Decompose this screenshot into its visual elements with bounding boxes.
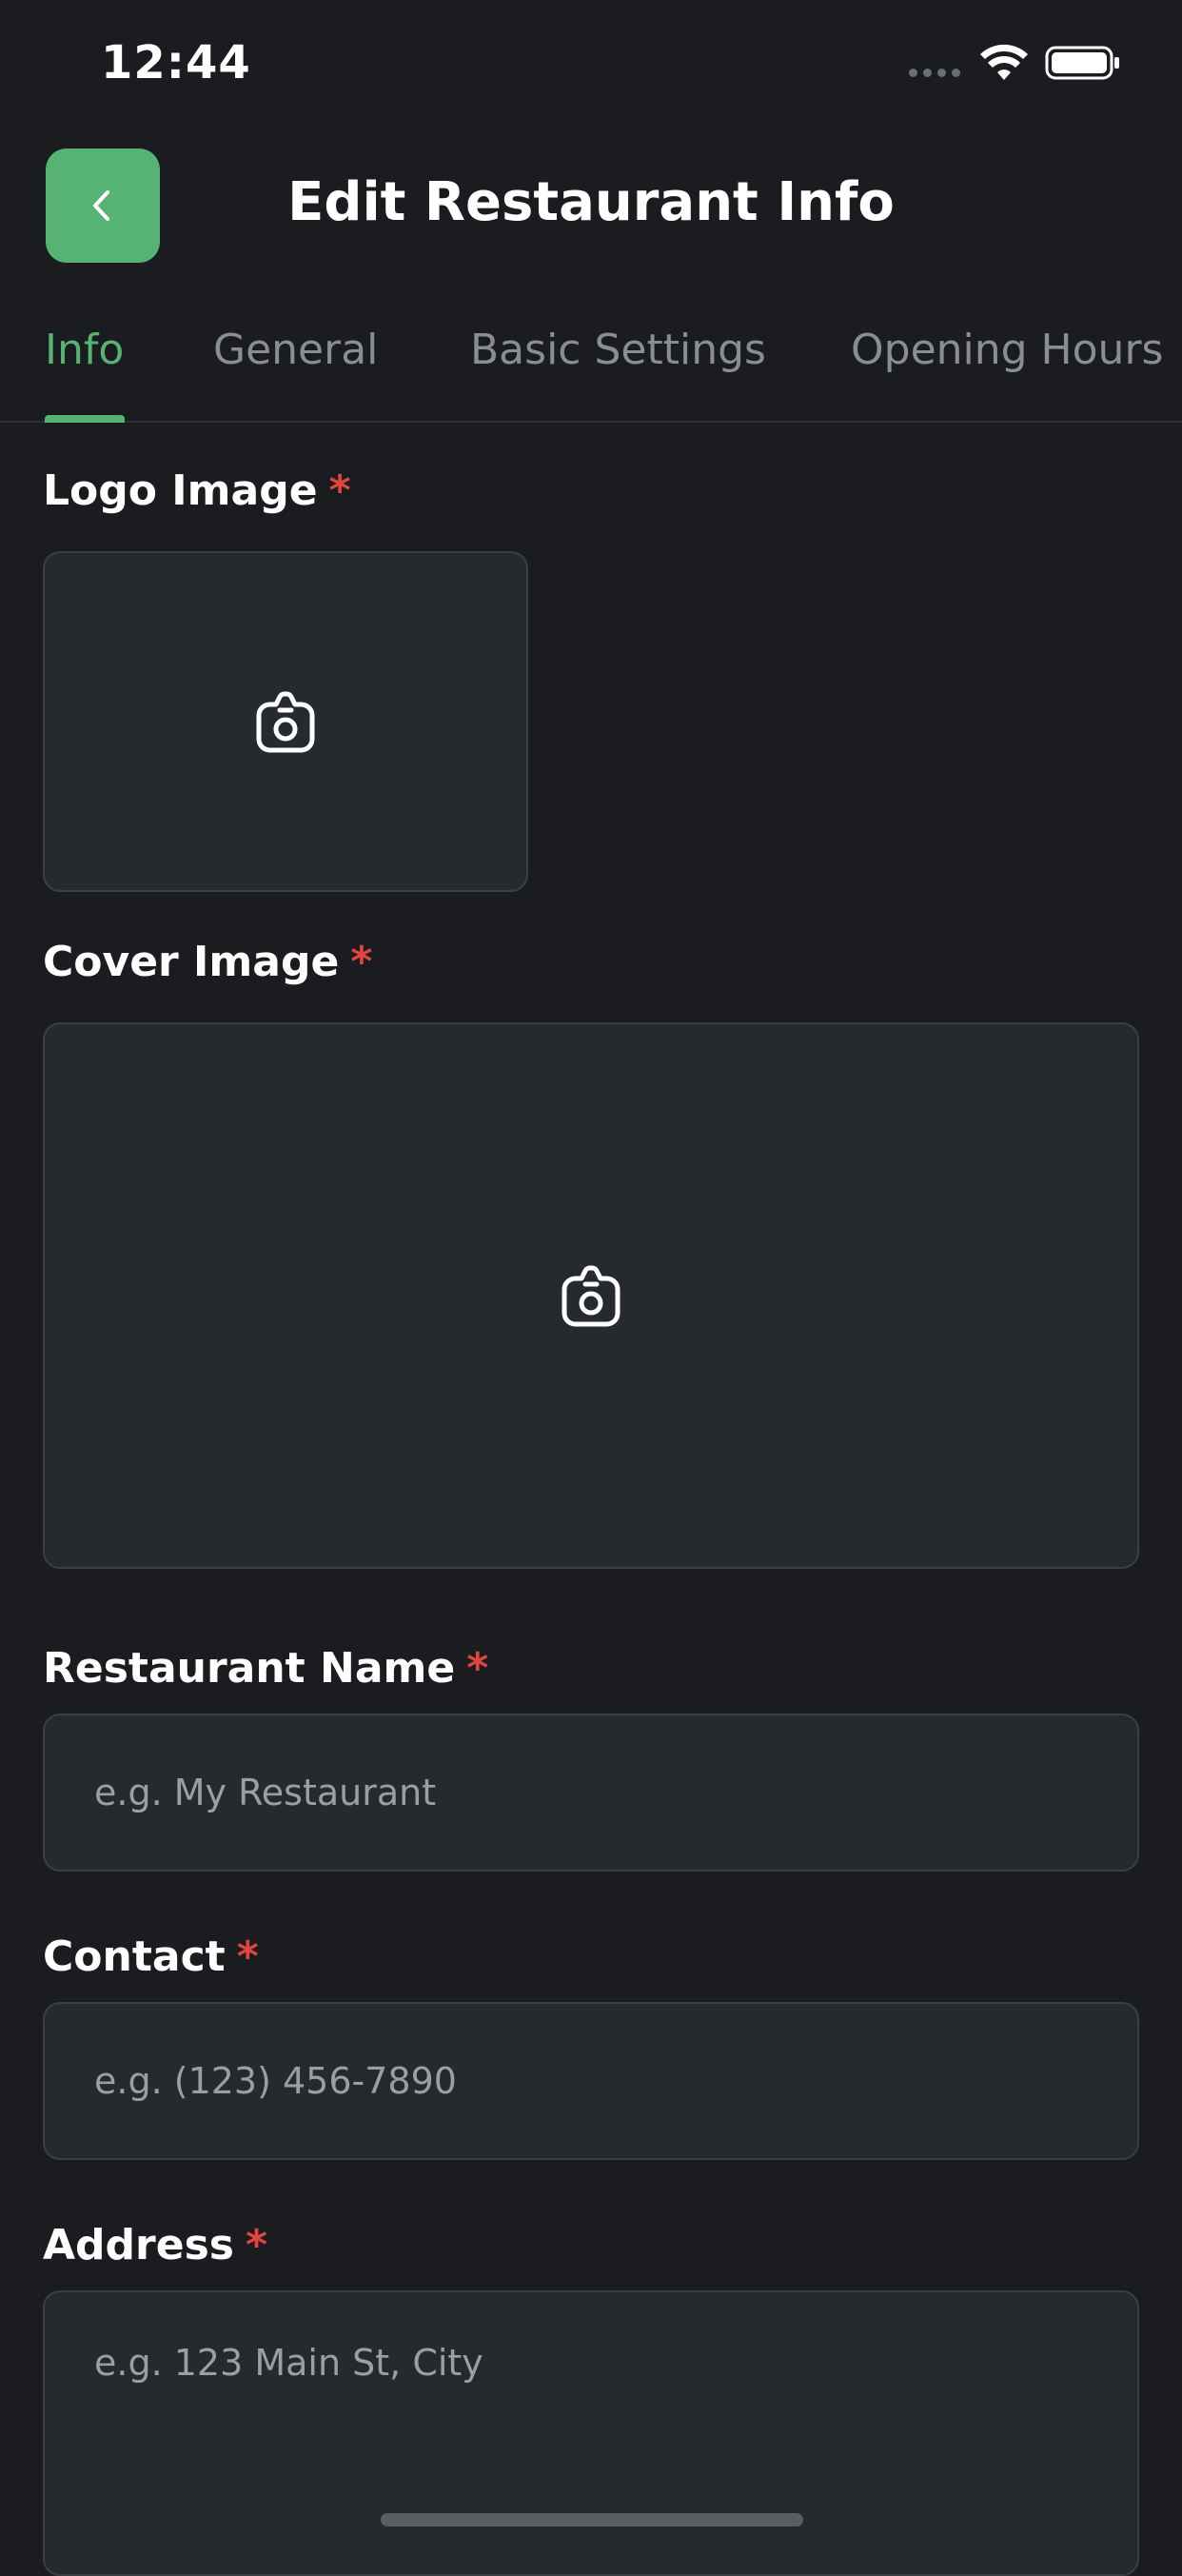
- address-input[interactable]: [94, 2342, 1093, 2456]
- required-marker: *: [466, 1644, 489, 1693]
- cover-image-label: Cover Image *: [43, 938, 373, 986]
- contact-input[interactable]: [94, 2004, 1093, 2158]
- tab-info[interactable]: Info: [45, 326, 124, 374]
- status-bar: 12:44: [0, 0, 1182, 133]
- contact-field[interactable]: [43, 2002, 1139, 2160]
- active-tab-indicator: [45, 415, 125, 423]
- logo-image-label: Logo Image *: [43, 466, 351, 515]
- restaurant-name-input[interactable]: [94, 1715, 1093, 1870]
- home-indicator[interactable]: [381, 2513, 803, 2526]
- cover-image-upload[interactable]: [43, 1022, 1139, 1569]
- tab-bar: Info General Basic Settings Opening Hour…: [0, 314, 1182, 423]
- logo-image-upload[interactable]: [43, 551, 528, 892]
- tab-general[interactable]: General: [213, 326, 378, 374]
- status-time: 12:44: [101, 36, 251, 89]
- required-marker: *: [236, 1932, 259, 1981]
- required-marker: *: [350, 938, 373, 986]
- wifi-icon: [980, 44, 1028, 80]
- camera-icon: [561, 1265, 621, 1327]
- restaurant-name-field[interactable]: [43, 1714, 1139, 1872]
- page-title: Edit Restaurant Info: [287, 171, 895, 233]
- battery-icon: [1045, 46, 1119, 80]
- cellular-signal-icon: [909, 69, 960, 77]
- camera-icon: [256, 691, 315, 753]
- restaurant-name-label: Restaurant Name *: [43, 1644, 489, 1693]
- required-marker: *: [328, 466, 351, 515]
- contact-label: Contact *: [43, 1932, 259, 1981]
- address-field[interactable]: [43, 2290, 1139, 2576]
- required-marker: *: [245, 2221, 267, 2269]
- tab-opening-hours[interactable]: Opening Hours: [851, 326, 1163, 374]
- address-label: Address *: [43, 2221, 267, 2269]
- tab-basic-settings[interactable]: Basic Settings: [470, 326, 766, 374]
